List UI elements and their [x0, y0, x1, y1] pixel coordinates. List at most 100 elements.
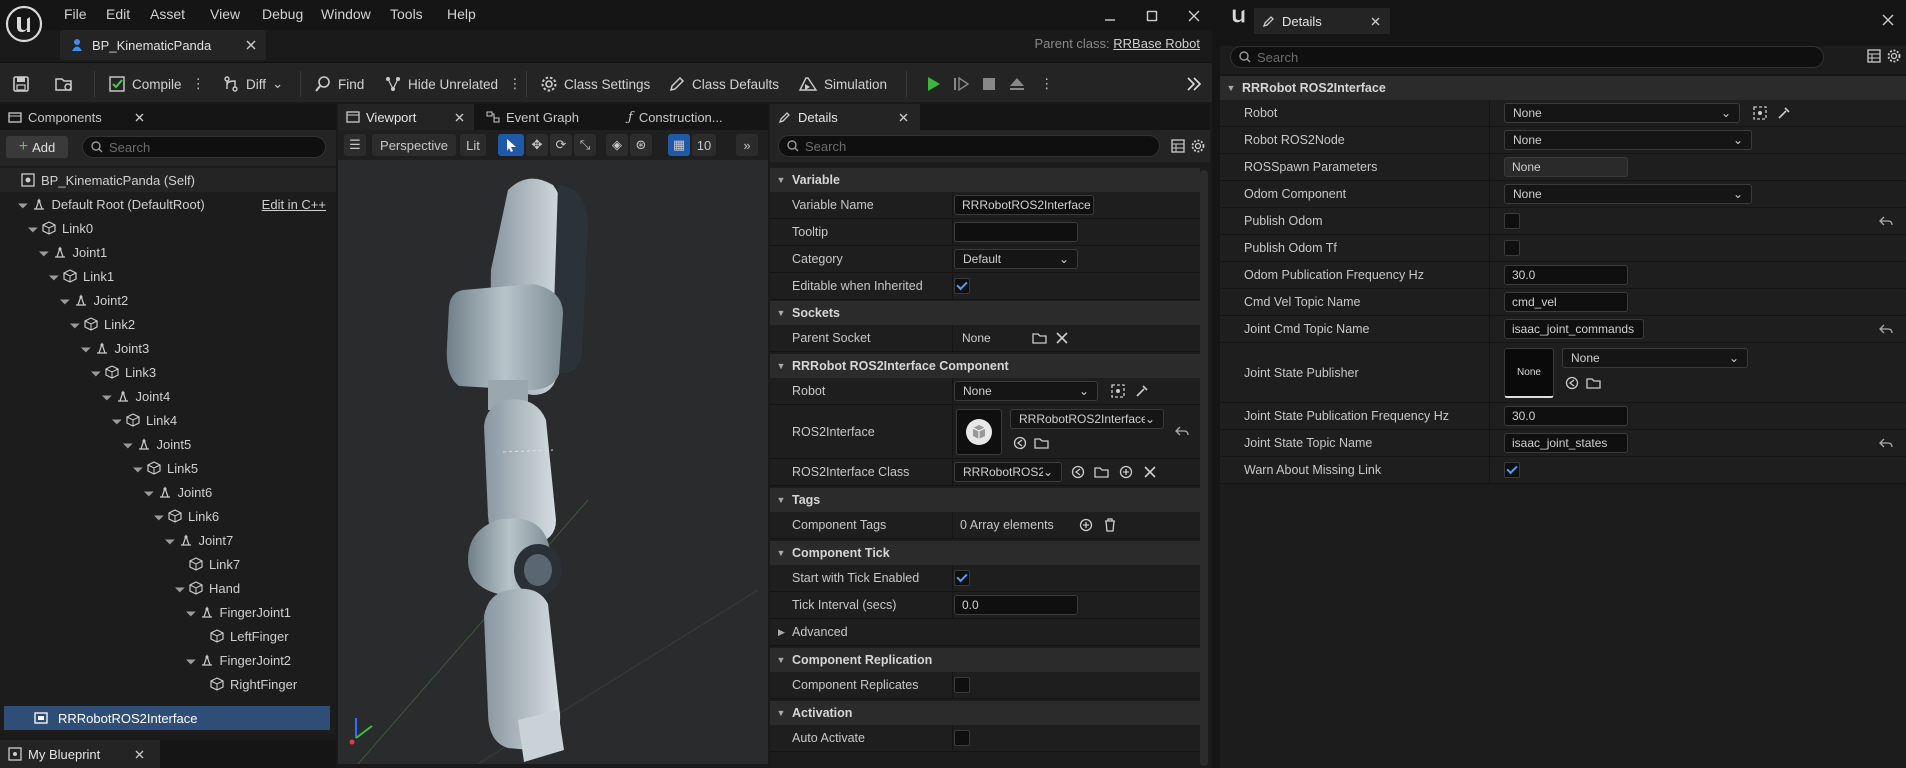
close-tab-icon[interactable]: [135, 750, 144, 759]
minimize-icon[interactable]: [1100, 8, 1120, 24]
simulation-button[interactable]: Simulation: [798, 71, 887, 97]
tree-expand-arrow-icon[interactable]: ◢: [111, 413, 126, 428]
document-tab[interactable]: BP_KinematicPanda: [60, 30, 266, 60]
table-view-icon[interactable]: [1170, 138, 1186, 154]
tree-expand-arrow-icon[interactable]: ◢: [153, 509, 168, 524]
browse-button[interactable]: [54, 71, 74, 97]
selected-component-row[interactable]: RRRobotROS2Interface: [4, 706, 330, 730]
close-tab-icon[interactable]: [455, 113, 464, 122]
tree-row[interactable]: ◢ Joint7: [0, 528, 336, 552]
clear-icon[interactable]: [1054, 330, 1070, 346]
maximize-icon[interactable]: [1142, 8, 1162, 24]
tree-expand-arrow-icon[interactable]: ◢: [132, 461, 147, 476]
tree-expand-arrow-icon[interactable]: ◢: [184, 653, 199, 668]
close-window-icon[interactable]: [1880, 12, 1896, 28]
gear-icon[interactable]: [1886, 48, 1902, 64]
stop-button[interactable]: [980, 71, 998, 97]
play-button[interactable]: [924, 71, 942, 97]
eyedropper-icon[interactable]: [1776, 105, 1792, 121]
hide-unrelated-button[interactable]: Hide Unrelated ⋮: [384, 71, 522, 97]
details-tab[interactable]: Details: [770, 104, 920, 130]
tree-expand-arrow-icon[interactable]: ◢: [16, 197, 31, 212]
lit-button[interactable]: Lit: [460, 134, 486, 156]
translate-button[interactable]: ✥: [526, 134, 548, 156]
variable-name-field[interactable]: RRRobotROS2Interface: [954, 195, 1094, 215]
right-details-search-input[interactable]: [1257, 49, 1725, 65]
browse-class-icon[interactable]: [1094, 464, 1110, 480]
tree-row[interactable]: ◢ Link2: [0, 312, 336, 336]
right-joint-cmd-field[interactable]: isaac_joint_commands: [1504, 319, 1644, 339]
right-odom-freq-field[interactable]: 30.0: [1504, 265, 1628, 285]
diff-button[interactable]: Diff ⌄: [222, 71, 283, 97]
gear-icon[interactable]: [1190, 138, 1206, 154]
ros2interface-class-combo[interactable]: RRRobotROS2Ir⌄: [954, 462, 1062, 482]
category-activation[interactable]: ▼ Activation: [770, 701, 1200, 725]
tree-expand-arrow-icon[interactable]: ◢: [100, 389, 115, 404]
row-advanced[interactable]: ▶ Advanced: [770, 619, 1200, 646]
right-joint-topic-field[interactable]: isaac_joint_states: [1504, 433, 1628, 453]
right-odom-comp-combo[interactable]: None ⌄: [1504, 184, 1752, 204]
reset-to-default-icon[interactable]: [1878, 435, 1894, 451]
right-details-tab[interactable]: Details: [1254, 8, 1390, 34]
right-robot-combo[interactable]: None ⌄: [1504, 103, 1740, 123]
right-warn-checkbox[interactable]: [1504, 462, 1520, 478]
tree-row[interactable]: ◢ FingerJoint2: [0, 648, 336, 672]
tick-interval-field[interactable]: 0.0: [954, 595, 1078, 615]
tree-expand-arrow-icon[interactable]: ◢: [69, 317, 84, 332]
reset-to-default-icon[interactable]: [1878, 213, 1894, 229]
add-class-icon[interactable]: [1118, 464, 1134, 480]
class-defaults-button[interactable]: Class Defaults: [668, 71, 779, 97]
close-window-icon[interactable]: [1184, 8, 1204, 24]
select-mode-button[interactable]: [498, 134, 524, 156]
ros2interface-combo[interactable]: RRRobotROS2InterfaceC ⌄: [1010, 409, 1164, 429]
close-tab-icon[interactable]: [1371, 17, 1380, 26]
use-selected-icon[interactable]: [1564, 375, 1580, 391]
tree-row[interactable]: LeftFinger: [0, 624, 336, 648]
tree-row[interactable]: Link7: [0, 552, 336, 576]
components-tab[interactable]: Components: [0, 104, 160, 130]
add-component-button[interactable]: + Add: [6, 136, 68, 158]
right-cmd-vel-field[interactable]: cmd_vel: [1504, 292, 1628, 312]
viewport-expand-button[interactable]: »: [736, 134, 758, 156]
robot-combo[interactable]: None ⌄: [954, 381, 1098, 401]
more-vertical-icon[interactable]: ⋮: [192, 76, 206, 92]
tab-event-graph[interactable]: Event Graph: [478, 104, 614, 130]
eject-button[interactable]: [1008, 71, 1026, 97]
right-joint-freq-field[interactable]: 30.0: [1504, 406, 1628, 426]
unreal-logo-icon[interactable]: [4, 4, 44, 44]
browse-asset-icon[interactable]: [1586, 375, 1602, 391]
tree-row[interactable]: ◢ Default Root (DefaultRoot) Edit in C++: [0, 192, 336, 216]
close-tab-icon[interactable]: [135, 113, 144, 122]
find-button[interactable]: Find: [314, 71, 364, 97]
right-ros2node-combo[interactable]: None ⌄: [1504, 130, 1752, 150]
menu-debug[interactable]: Debug: [262, 6, 303, 22]
tree-row[interactable]: BP_KinematicPanda (Self): [0, 168, 336, 192]
my-blueprint-tab[interactable]: My Blueprint: [0, 740, 160, 768]
tree-expand-arrow-icon[interactable]: ◢: [174, 581, 189, 596]
eyedropper-icon[interactable]: [1134, 383, 1150, 399]
use-selected-icon[interactable]: [1070, 464, 1086, 480]
component-replicates-checkbox[interactable]: [954, 677, 970, 693]
tree-expand-arrow-icon[interactable]: ◢: [90, 365, 105, 380]
compile-button[interactable]: Compile ⋮: [108, 71, 205, 97]
tree-row[interactable]: ◢ Link4: [0, 408, 336, 432]
tree-expand-arrow-icon[interactable]: ◢: [37, 245, 52, 260]
tree-row[interactable]: ◢ FingerJoint1: [0, 600, 336, 624]
editable-inherited-checkbox[interactable]: [954, 278, 970, 294]
scale-button[interactable]: ⤡: [574, 134, 596, 156]
close-tab-icon[interactable]: [246, 40, 256, 50]
category-sockets[interactable]: ▼ Sockets: [770, 301, 1200, 325]
tree-expand-arrow-icon[interactable]: ◢: [79, 341, 94, 356]
details-search-input[interactable]: [805, 138, 1103, 154]
close-tab-icon[interactable]: [899, 113, 908, 122]
category-ros2interface-component[interactable]: ▼ RRRobot ROS2Interface Component: [770, 354, 1200, 378]
parent-class-link[interactable]: RRBase Robot: [1113, 36, 1200, 51]
menu-file[interactable]: File: [64, 6, 87, 22]
tree-row[interactable]: ◢ Link5: [0, 456, 336, 480]
tree-row[interactable]: ◢ Joint6: [0, 480, 336, 504]
right-joint-pub-thumbnail[interactable]: None: [1504, 348, 1554, 398]
pick-actor-icon[interactable]: [1110, 383, 1126, 399]
tree-expand-arrow-icon[interactable]: ◢: [142, 485, 157, 500]
tab-construction-script[interactable]: ƒ Construction...: [620, 104, 768, 130]
class-settings-button[interactable]: Class Settings: [540, 71, 650, 97]
